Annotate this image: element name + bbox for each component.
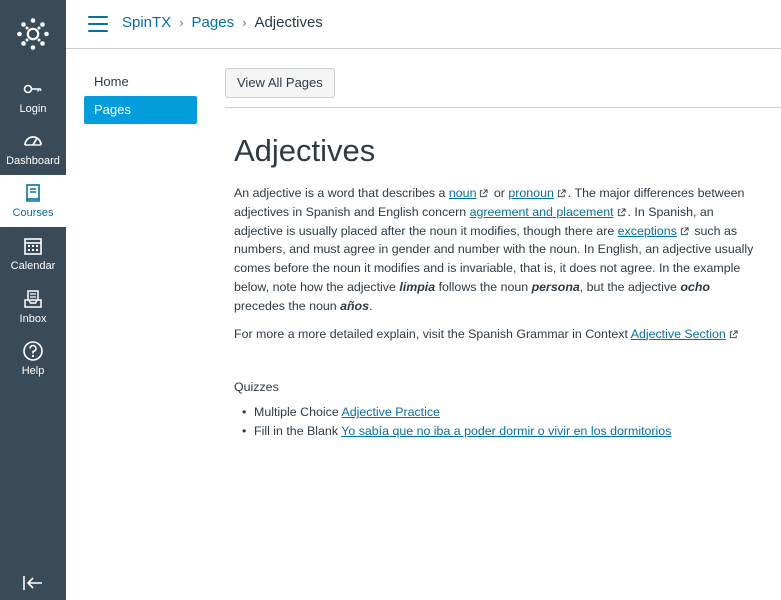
text: Fill in the Blank (254, 424, 342, 439)
external-link-icon (617, 208, 626, 217)
text: For more a more detailed explain, visit … (234, 326, 631, 341)
chevron-right-icon: › (242, 15, 247, 30)
text: An adjective is a word that describes a (234, 186, 449, 200)
text: follows the noun (435, 279, 532, 294)
gnav-calendar[interactable]: Calendar (0, 228, 66, 280)
course-nav-pages[interactable]: Pages (84, 96, 197, 124)
page-header: SpinTX › Pages › Adjectives (66, 0, 781, 49)
example-word-anos: años (340, 298, 370, 313)
key-icon (22, 78, 44, 100)
help-icon (22, 340, 44, 362)
inbox-icon (22, 288, 44, 310)
canvas-logo-icon (17, 18, 49, 50)
breadcrumb: SpinTX › Pages › Adjectives (122, 14, 323, 31)
chevron-right-icon: › (179, 15, 184, 30)
gnav-dashboard[interactable]: Dashboard (0, 123, 66, 175)
quizzes-heading: Quizzes (234, 380, 279, 395)
view-all-pages-button[interactable]: View All Pages (225, 68, 335, 98)
text: precedes the noun (234, 298, 341, 313)
link-adjective-section[interactable]: Adjective Section (631, 327, 726, 341)
gnav-dashboard-label: Dashboard (6, 155, 60, 167)
collapse-icon (23, 576, 42, 590)
text: , but the adjective (579, 279, 681, 294)
page-toolbar: View All Pages (225, 68, 781, 108)
link-adjective-practice[interactable]: Adjective Practice (341, 405, 439, 419)
example-word-ocho: ocho (680, 279, 710, 294)
link-fill-in-blank-quiz[interactable]: Yo sabía que no iba a poder dormir o viv… (341, 424, 671, 438)
course-nav: Home Pages (84, 68, 197, 124)
canvas-logo[interactable] (0, 0, 66, 68)
breadcrumb-current: Adjectives (254, 14, 323, 31)
gnav-inbox-label: Inbox (19, 313, 47, 325)
link-noun[interactable]: noun (449, 186, 477, 200)
external-link-icon (480, 189, 489, 198)
gnav-courses[interactable]: Courses (0, 175, 66, 227)
text: or (490, 186, 509, 200)
gnav-courses-label: Courses (12, 207, 54, 219)
breadcrumb-pages[interactable]: Pages (192, 14, 235, 31)
text: Multiple Choice (254, 405, 342, 420)
breadcrumb-course[interactable]: SpinTX (122, 14, 171, 31)
dashboard-icon (22, 130, 44, 152)
gnav-help[interactable]: Help (0, 333, 66, 385)
more-info-paragraph: For more a more detailed explain, visit … (234, 325, 764, 344)
link-agreement-placement[interactable]: agreement and placement (470, 205, 614, 219)
external-link-icon (557, 189, 566, 198)
example-word-limpia: limpia (399, 279, 436, 294)
global-nav: Login Dashboard Courses Calendar Inbox H… (0, 0, 66, 600)
page-title: Adjectives (234, 133, 376, 168)
external-link-icon (729, 330, 738, 338)
example-word-persona: persona (531, 279, 580, 294)
gnav-help-label: Help (21, 365, 45, 377)
text: . (369, 298, 373, 313)
hamburger-menu-icon[interactable] (88, 16, 108, 32)
list-item: Multiple Choice Adjective Practice (234, 403, 764, 422)
external-link-icon (680, 227, 689, 235)
intro-paragraph: An adjective is a word that describes a … (234, 184, 764, 316)
calendar-icon (22, 235, 44, 257)
link-pronoun[interactable]: pronoun (508, 186, 553, 200)
page-content: Adjectives An adjective is a word that d… (234, 130, 764, 441)
collapse-nav-button[interactable] (0, 568, 66, 598)
gnav-login[interactable]: Login (0, 71, 66, 123)
quiz-list: Multiple Choice Adjective Practice Fill … (234, 403, 764, 441)
link-exceptions[interactable]: exceptions (618, 224, 677, 238)
gnav-calendar-label: Calendar (10, 260, 56, 272)
gnav-inbox[interactable]: Inbox (0, 281, 66, 333)
gnav-login-label: Login (19, 103, 47, 115)
courses-icon (22, 182, 44, 204)
list-item: Fill in the Blank Yo sabía que no iba a … (234, 422, 764, 441)
course-nav-home[interactable]: Home (84, 68, 197, 96)
